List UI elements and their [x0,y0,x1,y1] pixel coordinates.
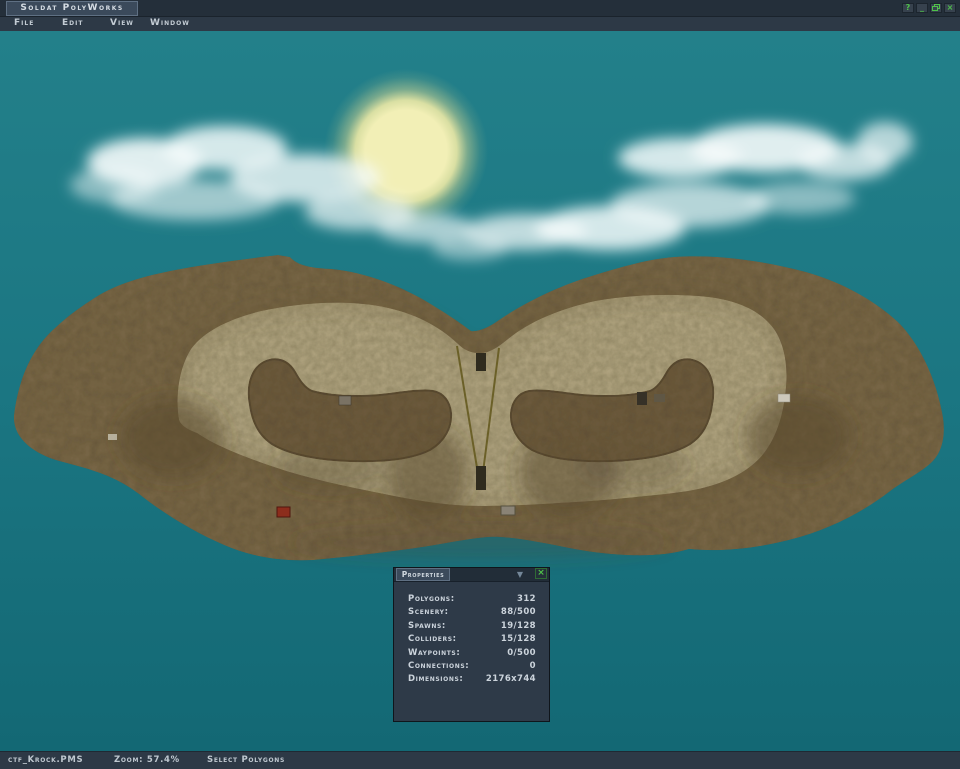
title-bar: Soldat PolyWorks ? _ × [0,0,960,17]
window-title: Soldat PolyWorks [6,1,138,16]
close-icon: × [537,568,545,578]
window-controls: ? _ × [902,3,956,13]
stat-waypoints: Waypoints: 0/500 [394,648,549,661]
menu-window[interactable]: Window [150,17,190,31]
menu-file[interactable]: File [14,17,34,31]
stat-dimensions: Dimensions: 2176x744 [394,674,549,687]
properties-panel: Properties ▼ × Polygons: 312 Scenery: 88… [393,567,550,722]
crate-left-mound [339,396,351,405]
restore-button[interactable] [930,3,942,13]
menu-view[interactable]: View [110,17,134,31]
stat-polygons: Polygons: 312 [394,594,549,607]
stat-connections: Connections: 0 [394,661,549,674]
stat-colliders: Colliders: 15/128 [394,634,549,647]
help-icon: ? [906,3,911,12]
white-crate [778,394,790,402]
center-post-top [476,353,486,371]
status-tool: Select Polygons [207,752,285,769]
help-button[interactable]: ? [902,3,914,13]
properties-body: Polygons: 312 Scenery: 88/500 Spawns: 19… [394,582,549,688]
properties-title: Properties [396,568,450,581]
barrel-right-mound [637,392,647,405]
minimize-button[interactable]: _ [916,3,928,13]
menu-edit[interactable]: Edit [62,17,83,31]
status-zoom: Zoom: 57.4% [114,752,180,769]
stat-spawns: Spawns: 19/128 [394,621,549,634]
gray-crate [501,506,515,515]
center-post-bottom [476,466,486,490]
status-bar: ctf_Krock.PMS Zoom: 57.4% Select Polygon… [0,751,960,769]
crate-right-mound [654,394,665,402]
restore-icon [932,4,940,11]
menu-bar: File Edit View Window [0,17,960,31]
status-filename: ctf_Krock.PMS [8,752,83,769]
properties-header[interactable]: Properties ▼ × [394,568,549,582]
stat-scenery: Scenery: 88/500 [394,607,549,620]
small-scenery-left [108,434,117,440]
minimize-icon: _ [920,3,924,12]
close-icon: × [947,3,954,12]
app-window: Soldat PolyWorks ? _ × File Edit View Wi… [0,0,960,768]
red-crate [277,507,290,517]
collapse-chevron-icon[interactable]: ▼ [517,570,523,579]
map-canvas[interactable]: Properties ▼ × Polygons: 312 Scenery: 88… [0,31,960,751]
properties-close-button[interactable]: × [535,568,547,579]
close-button[interactable]: × [944,3,956,13]
